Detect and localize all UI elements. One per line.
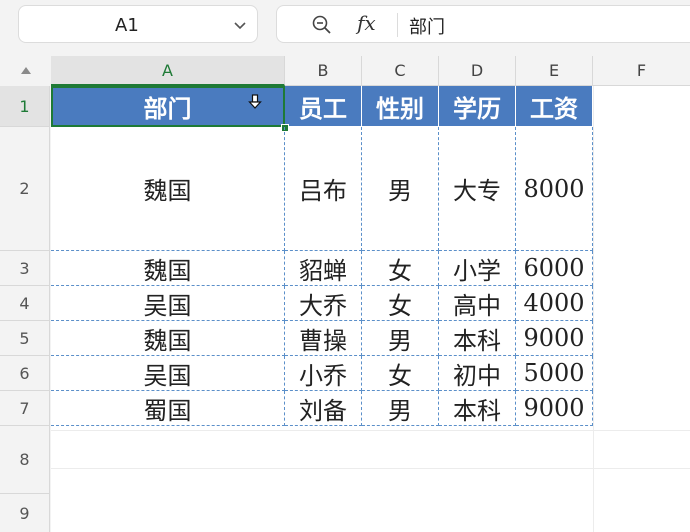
column-header-f[interactable]: F xyxy=(593,56,690,86)
cell-b6[interactable]: 小乔 xyxy=(285,356,362,391)
cell-b5[interactable]: 曹操 xyxy=(285,321,362,356)
cell-c7[interactable]: 男 xyxy=(362,391,439,426)
cell-a3[interactable]: 魏国 xyxy=(51,251,285,286)
gridline xyxy=(51,430,690,431)
row-header-1[interactable]: 1 xyxy=(0,86,50,127)
row-header-6[interactable]: 6 xyxy=(0,356,50,391)
column-header-a[interactable]: A xyxy=(51,56,285,86)
cell-e5[interactable]: 9000 xyxy=(516,321,593,356)
chevron-down-icon[interactable] xyxy=(233,18,247,32)
cell-a7[interactable]: 蜀国 xyxy=(51,391,285,426)
cell-d3[interactable]: 小学 xyxy=(439,251,516,286)
row-header-2[interactable]: 2 xyxy=(0,127,50,251)
cell-e1[interactable]: 工资 xyxy=(516,86,593,127)
cell-e3[interactable]: 6000 xyxy=(516,251,593,286)
gridline xyxy=(593,86,594,532)
formula-bar[interactable]: fx 部门 xyxy=(276,5,690,43)
cell-e2[interactable]: 8000 xyxy=(516,127,593,251)
spreadsheet-grid: A B C D E F 1 2 3 4 5 6 7 8 9 部门 员工 性别 学… xyxy=(0,56,690,532)
row-header-9[interactable]: 9 xyxy=(0,494,50,532)
filter-dropdown-icon[interactable] xyxy=(248,94,262,110)
cell-e6[interactable]: 5000 xyxy=(516,356,593,391)
cell-e4[interactable]: 4000 xyxy=(516,286,593,321)
formula-bar-divider xyxy=(397,13,398,37)
column-header-e[interactable]: E xyxy=(516,56,593,86)
column-header-c[interactable]: C xyxy=(362,56,439,86)
fx-icon[interactable]: fx xyxy=(357,11,376,35)
cell-c4[interactable]: 女 xyxy=(362,286,439,321)
select-all-corner[interactable] xyxy=(0,56,50,86)
cell-d6[interactable]: 初中 xyxy=(439,356,516,391)
toolbar: A1 fx 部门 xyxy=(0,0,690,56)
cell-d2[interactable]: 大专 xyxy=(439,127,516,251)
cell-a1[interactable]: 部门 xyxy=(51,86,285,127)
cell-d7[interactable]: 本科 xyxy=(439,391,516,426)
row-header-5[interactable]: 5 xyxy=(0,321,50,356)
cell-c6[interactable]: 女 xyxy=(362,356,439,391)
name-box-value: A1 xyxy=(115,15,139,36)
cell-b4[interactable]: 大乔 xyxy=(285,286,362,321)
cell-b7[interactable]: 刘备 xyxy=(285,391,362,426)
cell-a5[interactable]: 魏国 xyxy=(51,321,285,356)
cell-e7[interactable]: 9000 xyxy=(516,391,593,426)
zoom-out-icon[interactable] xyxy=(311,14,333,36)
column-header-b[interactable]: B xyxy=(285,56,362,86)
gridline xyxy=(51,468,690,469)
column-header-d[interactable]: D xyxy=(439,56,516,86)
cell-a6[interactable]: 吴国 xyxy=(51,356,285,391)
cell-b2[interactable]: 吕布 xyxy=(285,127,362,251)
cell-a4[interactable]: 吴国 xyxy=(51,286,285,321)
cell-d5[interactable]: 本科 xyxy=(439,321,516,356)
row-header-8[interactable]: 8 xyxy=(0,426,50,494)
cell-c3[interactable]: 女 xyxy=(362,251,439,286)
name-box[interactable]: A1 xyxy=(18,5,258,43)
sheet-area[interactable]: 部门 员工 性别 学历 工资 魏国 吕布 男 大专 8000 魏国 貂蝉 女 小… xyxy=(51,86,690,532)
header-label: 部门 xyxy=(143,93,192,123)
cell-c5[interactable]: 男 xyxy=(362,321,439,356)
row-header-3[interactable]: 3 xyxy=(0,251,50,286)
cell-d4[interactable]: 高中 xyxy=(439,286,516,321)
cell-b3[interactable]: 貂蝉 xyxy=(285,251,362,286)
row-header-7[interactable]: 7 xyxy=(0,391,50,426)
cell-c2[interactable]: 男 xyxy=(362,127,439,251)
cell-c1[interactable]: 性别 xyxy=(362,86,439,127)
cell-a2[interactable]: 魏国 xyxy=(51,127,285,251)
row-header-4[interactable]: 4 xyxy=(0,286,50,321)
formula-bar-value[interactable]: 部门 xyxy=(409,13,445,39)
select-all-icon xyxy=(21,67,31,74)
cell-d1[interactable]: 学历 xyxy=(439,86,516,127)
cell-b1[interactable]: 员工 xyxy=(285,86,362,127)
